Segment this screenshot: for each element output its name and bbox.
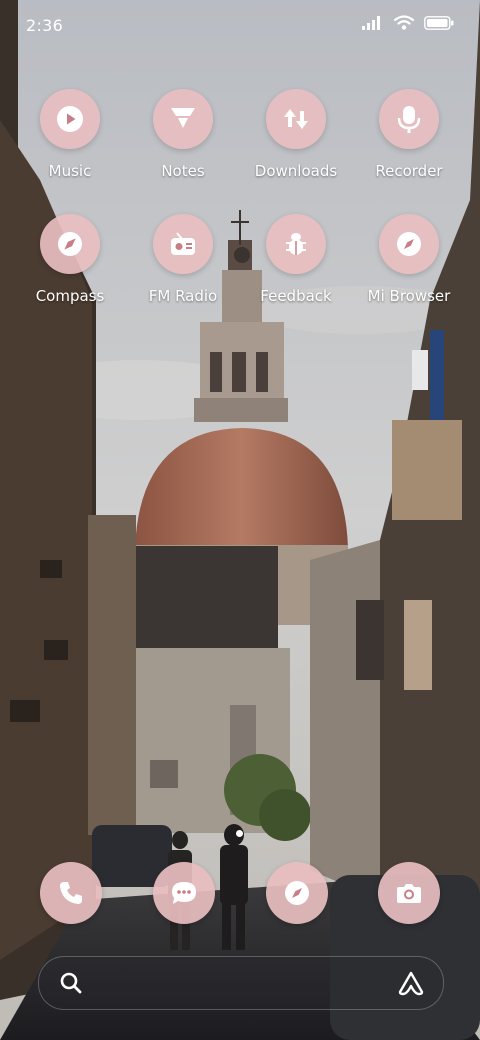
compass-icon (58, 232, 82, 256)
battery-icon (424, 15, 454, 30)
app-icon-bubble[interactable] (266, 89, 326, 149)
messages-icon (172, 882, 196, 904)
clock: 2:36 (26, 16, 64, 35)
dock-messages[interactable] (153, 862, 215, 924)
dock-camera[interactable] (378, 862, 440, 924)
app-recorder[interactable]: Recorder (352, 89, 466, 180)
status-bar: 2:36 (0, 0, 480, 50)
app-downloads[interactable]: Downloads (239, 89, 353, 180)
app-fm-radio[interactable]: FM Radio (126, 214, 240, 305)
app-notes[interactable]: Notes (126, 89, 240, 180)
download-arrows-icon (284, 109, 308, 129)
app-label: Music (48, 162, 92, 180)
status-icons (362, 15, 454, 30)
play-circle-icon (57, 106, 83, 132)
dock-phone[interactable] (40, 862, 102, 924)
page-indicator (236, 830, 243, 837)
app-compass[interactable]: Compass (13, 214, 127, 305)
signal-icon (362, 15, 380, 30)
assistant-icon[interactable] (397, 970, 425, 996)
bug-icon (286, 233, 306, 255)
camera-icon (397, 884, 421, 903)
app-icon-bubble[interactable] (40, 89, 100, 149)
compass-browser-icon (397, 232, 421, 256)
app-label: FM Radio (148, 287, 218, 305)
app-mi-browser[interactable]: Mi Browser (352, 214, 466, 305)
app-icon-bubble[interactable] (266, 214, 326, 274)
app-label: Notes (161, 162, 205, 180)
app-feedback[interactable]: Feedback (239, 214, 353, 305)
app-label: Downloads (254, 162, 338, 180)
wifi-icon (394, 15, 414, 30)
search-bar[interactable] (38, 956, 444, 1010)
phone-icon (60, 882, 82, 904)
app-icon-bubble[interactable] (40, 214, 100, 274)
notes-funnel-icon (171, 108, 195, 128)
search-icon[interactable] (59, 971, 83, 995)
app-icon-bubble[interactable] (379, 214, 439, 274)
browser-icon (285, 881, 309, 905)
app-label: Mi Browser (367, 287, 451, 305)
app-icon-bubble[interactable] (153, 89, 213, 149)
microphone-icon (397, 106, 421, 133)
dock-browser[interactable] (266, 862, 328, 924)
app-icon-bubble[interactable] (153, 214, 213, 274)
app-label: Compass (35, 287, 105, 305)
app-label: Feedback (260, 287, 332, 305)
app-label: Recorder (375, 162, 443, 180)
app-music[interactable]: Music (13, 89, 127, 180)
app-icon-bubble[interactable] (379, 89, 439, 149)
radio-icon (171, 232, 195, 255)
